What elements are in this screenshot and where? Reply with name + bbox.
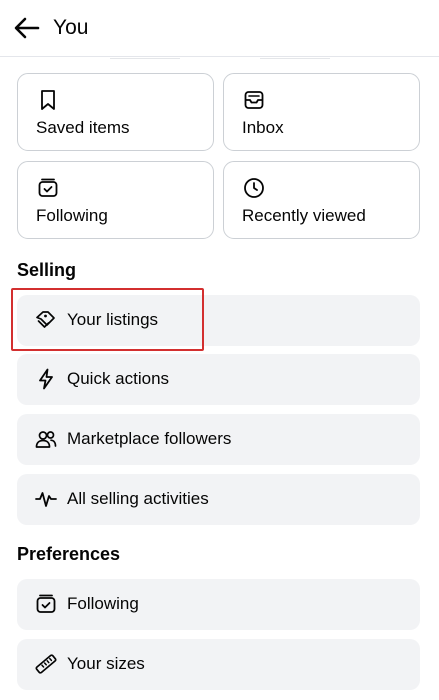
bookmark-icon (36, 88, 60, 112)
card-label: Following (36, 206, 108, 225)
arrow-left-icon (14, 17, 40, 39)
recently-viewed-card[interactable]: Recently viewed (223, 161, 420, 239)
row-label: Your sizes (67, 654, 145, 673)
selling-section-title: Selling (17, 260, 77, 280)
following-box-icon (34, 592, 58, 616)
back-button[interactable] (12, 14, 42, 42)
clock-icon (242, 176, 266, 200)
top-bar: You (0, 0, 439, 57)
page-title: You (53, 16, 89, 39)
following-box-icon (36, 176, 60, 200)
card-label: Saved items (36, 118, 130, 137)
saved-items-card[interactable]: Saved items (17, 73, 214, 151)
preferences-following-item[interactable]: Following (17, 579, 420, 630)
inbox-icon (242, 88, 266, 112)
all-selling-activities-item[interactable]: All selling activities (17, 474, 420, 525)
card-label: Inbox (242, 118, 284, 137)
people-icon (34, 427, 58, 451)
row-label: Your listings (67, 310, 159, 329)
scroll-edge-divider (0, 57, 439, 61)
ruler-icon (34, 652, 58, 676)
preferences-section-title: Preferences (17, 544, 121, 564)
card-label: Recently viewed (242, 206, 366, 225)
lightning-icon (34, 367, 58, 391)
your-sizes-item[interactable]: Your sizes (17, 639, 420, 690)
row-label: Quick actions (67, 369, 170, 388)
activity-icon (34, 487, 58, 511)
row-label: Marketplace followers (67, 429, 232, 448)
row-label: All selling activities (67, 489, 209, 508)
inbox-card[interactable]: Inbox (223, 73, 420, 151)
following-card[interactable]: Following (17, 161, 214, 239)
tags-icon (34, 308, 58, 332)
your-listings-item[interactable]: Your listings (17, 295, 420, 346)
row-label: Following (67, 594, 139, 613)
marketplace-followers-item[interactable]: Marketplace followers (17, 414, 420, 465)
quick-actions-item[interactable]: Quick actions (17, 354, 420, 405)
